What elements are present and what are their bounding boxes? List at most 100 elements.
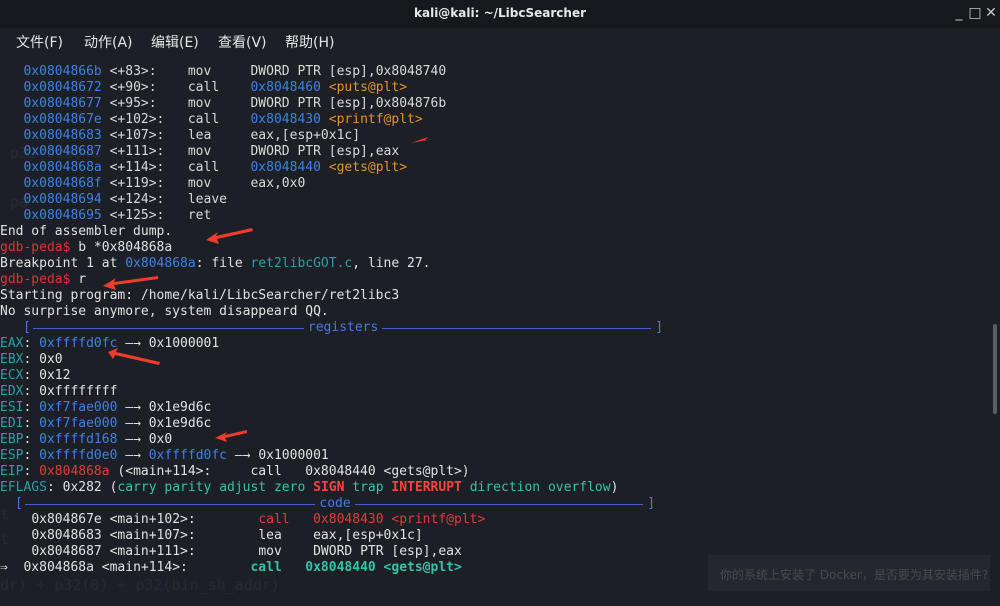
- register-deref: 0x0: [148, 432, 173, 447]
- register-line: EBX: 0x0: [0, 352, 63, 368]
- disasm-address: 0x0804867e: [23, 112, 102, 127]
- code-address: 0x8048687: [31, 544, 110, 559]
- eip-value: 0x804868a: [39, 464, 110, 479]
- disasm-line: 0x08048683 <+107>: lea eax,[esp+0x1c]: [0, 128, 360, 144]
- gdb-command-line: gdb-peda$ r: [0, 272, 86, 288]
- breakpoint-file: ret2libcGOT.c: [250, 256, 353, 271]
- disasm-address: 0x0804868a: [23, 160, 102, 175]
- register-name: EFLAGS: [0, 480, 47, 495]
- code-operands: 0x8048430 <printf@plt>: [313, 512, 486, 527]
- current-marker: [0, 544, 31, 559]
- disasm-address: 0x08048672: [23, 80, 102, 95]
- register-name: EDI: [0, 416, 24, 431]
- register-name: EBP: [0, 432, 24, 447]
- disasm-line: 0x08048694 <+124>: leave: [0, 192, 250, 208]
- menu-file[interactable]: 文件(F): [16, 32, 63, 52]
- gdb-command: r: [70, 272, 87, 287]
- eflag: SIGN: [313, 480, 345, 495]
- current-marker: [0, 512, 31, 527]
- disasm-offset: <+95>:: [101, 96, 188, 111]
- disasm-line: 0x08048677 <+95>: mov DWORD PTR [esp],0x…: [0, 96, 446, 112]
- disasm-line: 0x0804868a <+114>: call 0x8048440 <gets@…: [0, 160, 407, 176]
- code-opcode: call: [250, 560, 306, 575]
- breakpoint-text: : file: [195, 256, 251, 271]
- menu-action[interactable]: 动作(A): [84, 32, 133, 52]
- end-dump-line: End of assembler dump.: [0, 224, 172, 240]
- breakpoint-line: Breakpoint 1 at 0x804868a: file ret2libc…: [0, 256, 431, 272]
- disasm-opcode: mov: [187, 144, 251, 159]
- disasm-symbol: <gets@plt>: [328, 160, 408, 175]
- disasm-line: 0x0804868f <+119>: mov eax,0x0: [0, 176, 305, 192]
- disasm-opcode: mov: [187, 64, 251, 79]
- code-line: 0x8048687 <main+111>: mov DWORD PTR [esp…: [0, 544, 462, 560]
- register-line: EAX: 0xffffd0fc —→ 0x1000001: [0, 336, 219, 352]
- code-operands: 0x8048440 <gets@plt>: [305, 560, 462, 575]
- eflag: trap: [352, 480, 384, 495]
- scrollbar[interactable]: [990, 56, 1000, 606]
- register-name: EBX: [0, 352, 24, 367]
- register-line: ECX: 0x12: [0, 368, 70, 384]
- register-name: ESI: [0, 400, 24, 415]
- eflag: carry: [117, 480, 157, 495]
- eflag: zero: [273, 480, 306, 495]
- code-line: 0x804867e <main+102>: call 0x8048430 <pr…: [0, 512, 485, 528]
- program-output: No surprise anymore, system disappeard Q…: [0, 304, 329, 319]
- disasm-offset: <+90>:: [101, 80, 188, 95]
- disasm-operands: DWORD PTR [esp],0x804876b: [250, 96, 447, 111]
- register-deref: 0x1000001: [148, 336, 220, 351]
- box-rule: [354, 504, 644, 505]
- menu-help[interactable]: 帮助(H): [285, 32, 334, 52]
- code-address: 0x8048683: [31, 528, 110, 543]
- terminal-output[interactable]: 0x0804866b <+83>: mov DWORD PTR [esp],0x…: [0, 56, 990, 606]
- scrollbar-thumb[interactable]: [993, 324, 997, 414]
- register-line: EBP: 0xffffd168 —→ 0x0: [0, 432, 172, 448]
- disasm-address: 0x08048677: [23, 96, 102, 111]
- code-symbol: <main+107>:: [109, 528, 259, 543]
- section-label: code: [319, 496, 351, 511]
- gdb-command-line: gdb-peda$ b *0x804868a: [0, 240, 172, 256]
- notification-toast[interactable]: 你的系统上安装了 Docker，是否要为其安装插件?: [708, 555, 1000, 591]
- disasm-address: 0x0804868f: [23, 176, 102, 191]
- breakpoint-text: Breakpoint 1 at: [0, 256, 126, 271]
- register-name: ESP: [0, 448, 24, 463]
- disasm-symbol: <printf@plt>: [328, 112, 423, 127]
- box-rule: [32, 328, 304, 329]
- gdb-prompt: gdb-peda$: [0, 240, 71, 255]
- disasm-opcode: ret: [187, 208, 251, 223]
- deref-arrow: —→: [117, 448, 149, 463]
- box-bracket: [: [15, 496, 23, 511]
- disasm-operands: DWORD PTR [esp],0x8048740: [250, 64, 447, 79]
- sep: :: [23, 336, 40, 351]
- register-value: 0xf7fae000: [39, 400, 118, 415]
- register-value: 0xffffd168: [39, 432, 118, 447]
- box-bracket: [: [23, 320, 31, 335]
- box-bracket: ]: [647, 496, 656, 511]
- menu-view[interactable]: 查看(V): [218, 32, 267, 52]
- deref-arrow: —→: [117, 400, 149, 415]
- code-opcode: call: [258, 512, 314, 527]
- current-marker: ⇒: [0, 560, 24, 575]
- sep: :: [23, 464, 40, 479]
- sep: :: [23, 352, 40, 367]
- eflags-line: EFLAGS: 0x282 (carry parity adjust zero …: [0, 480, 618, 496]
- disasm-opcode: call: [187, 112, 251, 127]
- breakpoint-address: 0x804868a: [125, 256, 196, 271]
- disasm-line: 0x0804867e <+102>: call 0x8048430 <print…: [0, 112, 423, 128]
- title-bar[interactable]: kali@kali: ~/LibcSearcher _ □ ✕: [0, 0, 1000, 28]
- register-line: ESP: 0xffffd0e0 —→ 0xffffd0fc —→ 0x10000…: [0, 448, 329, 464]
- menu-edit[interactable]: 编辑(E): [151, 32, 199, 52]
- deref-arrow: —→: [117, 416, 149, 431]
- disasm-line: 0x0804866b <+83>: mov DWORD PTR [esp],0x…: [0, 64, 446, 80]
- disasm-offset: <+114>:: [101, 160, 188, 175]
- disasm-line: 0x08048687 <+111>: mov DWORD PTR [esp],e…: [0, 144, 399, 160]
- disasm-offset: <+125>:: [101, 208, 188, 223]
- close-button[interactable]: ✕: [982, 4, 1000, 22]
- eflags-value: : 0x282 (: [46, 480, 118, 495]
